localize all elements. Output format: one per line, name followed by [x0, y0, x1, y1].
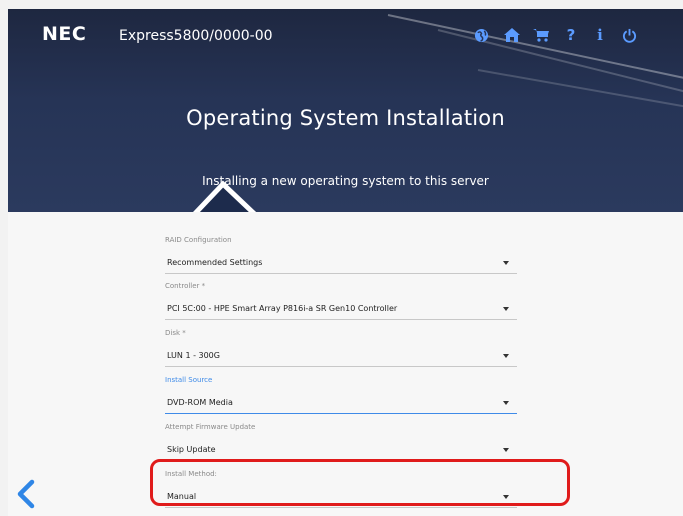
install-source-select[interactable]: DVD-ROM Media: [165, 395, 517, 414]
chevron-down-icon: [503, 307, 509, 311]
disk-label: Disk *: [165, 329, 186, 337]
disk-field: Disk * LUN 1 - 300G: [165, 329, 517, 367]
app-frame: NEC Express5800/0000-00 ? i Operating Sy…: [8, 9, 683, 516]
disk-select[interactable]: LUN 1 - 300G: [165, 348, 517, 367]
globe-icon[interactable]: [471, 25, 491, 45]
info-icon[interactable]: i: [590, 25, 610, 45]
chevron-down-icon: [503, 448, 509, 452]
install-source-value: DVD-ROM Media: [167, 398, 233, 407]
cart-icon[interactable]: [531, 25, 551, 45]
page-title: Operating System Installation: [186, 106, 505, 130]
chevron-down-icon: [503, 354, 509, 358]
install-source-label: Install Source: [165, 376, 213, 384]
disk-value: LUN 1 - 300G: [167, 351, 220, 360]
install-method-highlight: [150, 459, 570, 506]
raid-configuration-field: RAID Configuration Recommended Settings: [165, 236, 517, 274]
chevron-down-icon: [503, 261, 509, 265]
controller-value: PCI 5C:00 - HPE Smart Array P816i-a SR G…: [167, 304, 398, 313]
raid-configuration-select[interactable]: Recommended Settings: [165, 255, 517, 274]
raid-configuration-value: Recommended Settings: [167, 258, 263, 267]
page-subtitle: Installing a new operating system to thi…: [202, 174, 489, 188]
hero-banner: NEC Express5800/0000-00 ? i Operating Sy…: [8, 9, 683, 212]
firmware-update-field: Attempt Firmware Update Skip Update: [165, 423, 517, 461]
top-bar: NEC Express5800/0000-00 ? i: [8, 9, 683, 67]
product-name: Express5800/0000-00: [119, 28, 273, 44]
firmware-update-value: Skip Update: [167, 445, 216, 454]
chevron-down-icon: [503, 401, 509, 405]
controller-select[interactable]: PCI 5C:00 - HPE Smart Array P816i-a SR G…: [165, 301, 517, 320]
controller-field: Controller * PCI 5C:00 - HPE Smart Array…: [165, 282, 517, 320]
power-icon[interactable]: [619, 25, 639, 45]
firmware-update-label: Attempt Firmware Update: [165, 423, 256, 431]
install-source-field: Install Source DVD-ROM Media: [165, 376, 517, 414]
help-icon[interactable]: ?: [561, 25, 581, 45]
raid-configuration-label: RAID Configuration: [165, 236, 232, 244]
back-arrow-icon[interactable]: [14, 479, 38, 509]
home-icon[interactable]: [502, 25, 522, 45]
controller-label: Controller *: [165, 282, 206, 290]
brand-logo: NEC: [42, 23, 87, 45]
